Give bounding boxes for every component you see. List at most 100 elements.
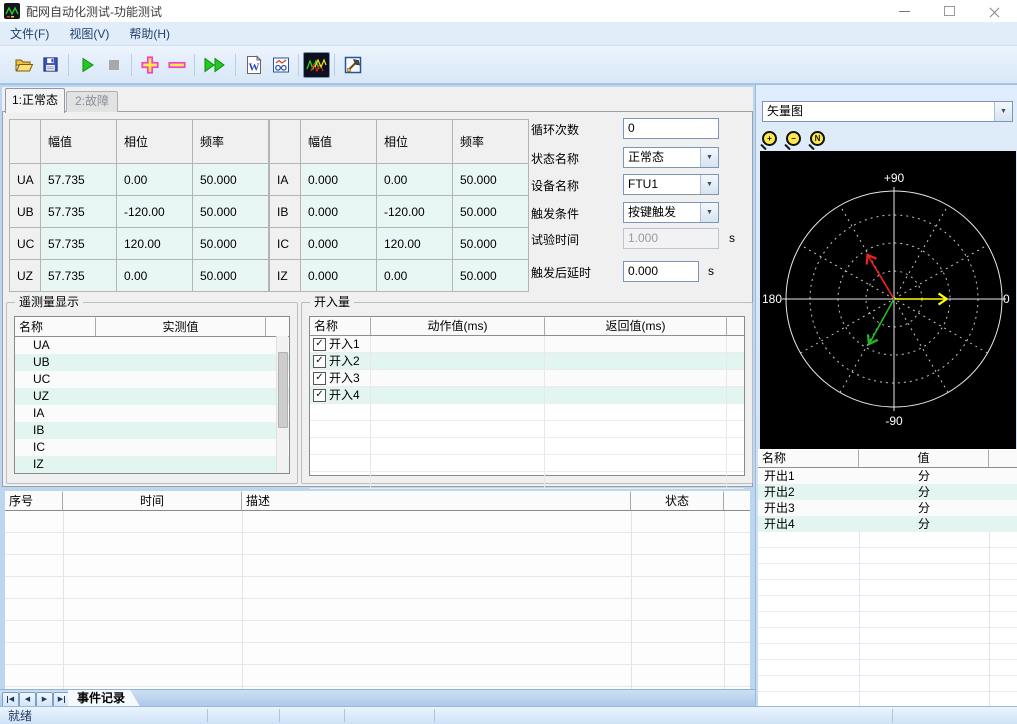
column-divider — [859, 532, 860, 707]
open-button[interactable] — [10, 51, 37, 78]
col-return-value[interactable]: 返回值(ms) — [545, 317, 727, 335]
cycle-count-label: 循环次数 — [531, 123, 580, 137]
col-value[interactable]: 值 — [859, 449, 989, 467]
telemetry-name: IA — [33, 406, 45, 420]
device-name-label: 设备名称 — [531, 179, 580, 193]
chevron-down-icon[interactable]: ▼ — [700, 203, 718, 222]
app-icon — [4, 3, 20, 19]
plot-label-bottom: -90 — [885, 414, 903, 428]
cell-freq[interactable]: 50.000 — [452, 227, 529, 260]
col-number[interactable]: 序号 — [5, 491, 63, 511]
start-button[interactable] — [73, 51, 100, 78]
checkbox[interactable] — [313, 371, 326, 385]
cell-phase[interactable]: 0.00 — [116, 163, 193, 196]
cell-amp[interactable]: 57.735 — [40, 227, 117, 260]
scrollbar-thumb[interactable] — [278, 352, 288, 428]
cell-amp[interactable]: 0.000 — [300, 227, 377, 260]
view-selector[interactable]: 矢量图 ▼ — [762, 101, 1013, 122]
cell-amp[interactable]: 0.000 — [300, 163, 377, 196]
col-measured-value[interactable]: 实测值 — [96, 317, 266, 336]
telemetry-table: 名称 实测值 UA UB UC UZ IA IB IC IZ — [14, 316, 290, 474]
waveform-button[interactable] — [303, 51, 330, 78]
output-name: 开出2 — [764, 485, 795, 499]
word-document-icon: W — [246, 54, 262, 74]
cell-freq[interactable]: 50.000 — [192, 195, 269, 228]
run-all-button[interactable] — [199, 51, 231, 78]
close-button[interactable] — [972, 0, 1017, 22]
cell-freq[interactable]: 50.000 — [452, 163, 529, 196]
col-description[interactable]: 描述 — [242, 491, 631, 511]
cell-phase[interactable]: 0.00 — [376, 259, 453, 292]
event-table-header: 序号 时间 描述 状态 — [5, 491, 750, 511]
col-time[interactable]: 时间 — [63, 491, 242, 511]
menu-file[interactable]: 文件(F) — [0, 22, 59, 45]
state-name-select[interactable]: 正常态 ▼ — [623, 147, 719, 168]
checkbox[interactable] — [313, 337, 326, 351]
output-value: 分 — [917, 469, 930, 483]
menu-view[interactable]: 视图(V) — [59, 22, 119, 45]
col-status[interactable]: 状态 — [631, 491, 724, 511]
voltage-table: 幅值 相位 频率 UA 57.735 0.00 50.000 UB 57.735 -120… — [9, 119, 269, 292]
plus-icon — [140, 55, 159, 74]
phasor-uc — [868, 256, 895, 300]
cell-phase[interactable]: -120.00 — [116, 195, 193, 228]
cell-freq[interactable]: 50.000 — [192, 227, 269, 260]
col-action-value[interactable]: 动作值(ms) — [371, 317, 545, 335]
cell-amp[interactable]: 57.735 — [40, 163, 117, 196]
prev-icon: ◀ — [24, 696, 31, 703]
tab-normal-state[interactable]: 1:正常态 — [5, 88, 65, 113]
maximize-button[interactable] — [927, 0, 972, 22]
checkbox[interactable] — [313, 354, 326, 368]
zoom-reset-icon[interactable]: N — [810, 131, 825, 146]
word-report-button[interactable]: W — [240, 51, 267, 78]
cell-freq[interactable]: 50.000 — [192, 259, 269, 292]
cell-freq[interactable]: 50.000 — [452, 195, 529, 228]
test-time-input[interactable]: 1.000 — [623, 228, 719, 249]
add-button[interactable] — [136, 51, 163, 78]
tools-button[interactable] — [339, 51, 366, 78]
scrollbar[interactable] — [276, 336, 288, 472]
cell-freq[interactable]: 50.000 — [192, 163, 269, 196]
cell-freq[interactable]: 50.000 — [452, 259, 529, 292]
zoom-out-icon[interactable]: − — [786, 131, 801, 146]
cell-phase[interactable]: -120.00 — [376, 195, 453, 228]
chevron-down-icon[interactable]: ▼ — [700, 175, 718, 194]
checkbox[interactable] — [313, 388, 326, 402]
digital-input-table: 名称 动作值(ms) 返回值(ms) 开入1 开入2 开入3 开入4 — [309, 316, 745, 489]
report-view-button[interactable] — [267, 51, 294, 78]
trigger-delay-input[interactable]: 0.000 — [623, 261, 699, 282]
output-name: 开出4 — [764, 517, 795, 531]
trigger-delay-label: 触发后延时 — [531, 266, 592, 280]
cell-phase[interactable]: 120.00 — [116, 227, 193, 260]
cell-phase[interactable]: 0.00 — [376, 163, 453, 196]
col-name[interactable]: 名称 — [310, 317, 371, 335]
col-name[interactable]: 名称 — [758, 449, 859, 467]
remove-button[interactable] — [163, 51, 190, 78]
toolbar-separator — [298, 53, 299, 76]
stop-button[interactable] — [100, 51, 127, 78]
cell-phase[interactable]: 120.00 — [376, 227, 453, 260]
zoom-in-icon[interactable]: + — [762, 131, 777, 146]
col-name[interactable]: 名称 — [15, 317, 96, 336]
minimize-button[interactable] — [882, 0, 927, 22]
trigger-condition-select[interactable]: 按键触发 ▼ — [623, 202, 719, 223]
cell-amp[interactable]: 57.735 — [40, 195, 117, 228]
row-label: IC — [269, 227, 301, 260]
cell-amp[interactable]: 0.000 — [300, 195, 377, 228]
menu-help[interactable]: 帮助(H) — [119, 22, 180, 45]
col-amplitude: 幅值 — [40, 119, 117, 164]
chevron-down-icon[interactable]: ▼ — [994, 102, 1012, 121]
vector-diagram: +90 -90 180 0 — [760, 151, 1016, 449]
tab-fault[interactable]: 2:故障 — [66, 91, 118, 112]
maximize-icon — [944, 6, 955, 16]
cycle-count-input[interactable]: 0 — [623, 118, 719, 139]
chevron-down-icon[interactable]: ▼ — [700, 148, 718, 167]
minimize-icon — [899, 10, 910, 12]
save-button[interactable] — [37, 51, 64, 78]
plot-label-left: 180 — [762, 292, 782, 306]
cell-amp[interactable]: 0.000 — [300, 259, 377, 292]
device-name-select[interactable]: FTU1 ▼ — [623, 174, 719, 195]
cell-phase[interactable]: 0.00 — [116, 259, 193, 292]
telemetry-title: 遥测量显示 — [15, 295, 84, 309]
cell-amp[interactable]: 57.735 — [40, 259, 117, 292]
